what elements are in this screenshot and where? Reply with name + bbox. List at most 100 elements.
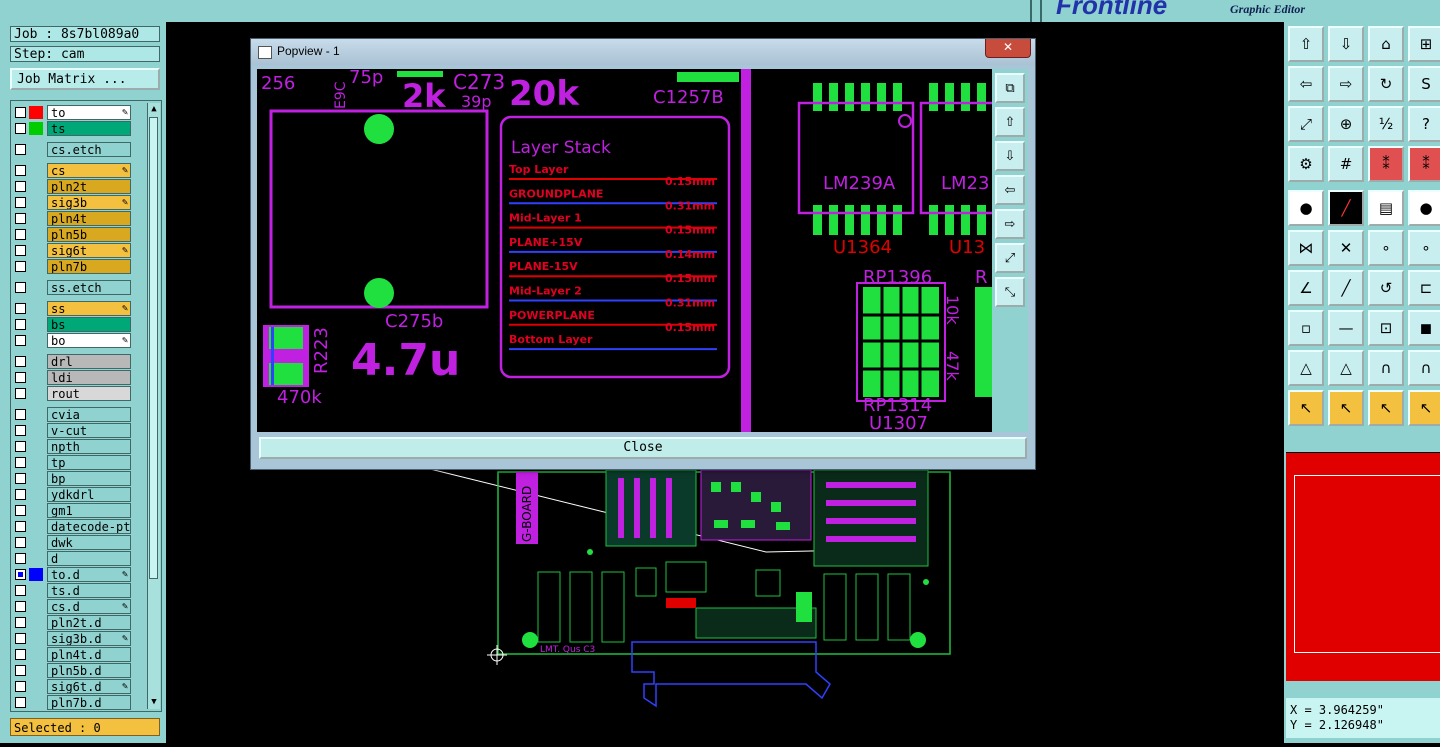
minus-icon[interactable]: —	[1328, 310, 1364, 346]
layer-row[interactable]: pln5b	[15, 227, 135, 242]
layer-checkbox[interactable]	[15, 356, 26, 367]
layer-name[interactable]: cvia	[47, 407, 131, 422]
layer-name[interactable]: ss ✎	[47, 301, 131, 316]
line-tool-icon[interactable]: ╱	[1328, 190, 1364, 226]
layer-checkbox[interactable]	[15, 537, 26, 548]
connect-icon[interactable]: ⋈	[1288, 230, 1324, 266]
layer-row[interactable]: pln7b.d	[15, 695, 135, 710]
layer-checkbox[interactable]	[15, 388, 26, 399]
layer-name[interactable]: bp	[47, 471, 131, 486]
layer-checkbox[interactable]	[15, 165, 26, 176]
layer-row[interactable]: rout	[15, 386, 135, 401]
layer-name[interactable]: d	[47, 551, 131, 566]
layer-checkbox[interactable]	[15, 372, 26, 383]
layer-name[interactable]: pln7b.d	[47, 695, 131, 710]
layer-checkbox[interactable]	[15, 697, 26, 708]
layer-row[interactable]: drl	[15, 354, 135, 369]
layer-row[interactable]: bs	[15, 317, 135, 332]
layer-name[interactable]: to ✎	[47, 105, 131, 120]
ruler-icon[interactable]: ▤	[1368, 190, 1404, 226]
shapes-icon[interactable]: ◼	[1408, 310, 1440, 346]
slash-icon[interactable]: ╱	[1328, 270, 1364, 306]
layer-name[interactable]: cs ✎	[47, 163, 131, 178]
layer-row[interactable]: d	[15, 551, 135, 566]
layer-name[interactable]: drl	[47, 354, 131, 369]
layer-name[interactable]: pln2t.d	[47, 615, 131, 630]
layer-row[interactable]: cs ✎	[15, 163, 135, 178]
select-pointer-icon[interactable]: ↖	[1288, 390, 1324, 426]
layer-checkbox[interactable]	[15, 123, 26, 134]
angle-icon[interactable]: ∠	[1288, 270, 1324, 306]
layer-list-scrollbar[interactable]: ▲ ▼	[147, 103, 160, 709]
layer-checkbox[interactable]	[15, 681, 26, 692]
layer-name[interactable]: npth	[47, 439, 131, 454]
layer-checkbox[interactable]	[15, 665, 26, 676]
cross-icon[interactable]: ✕	[1328, 230, 1364, 266]
layer-row[interactable]: pln2t	[15, 179, 135, 194]
select-box-icon[interactable]: ↖	[1328, 390, 1364, 426]
layer-name[interactable]: sig6t ✎	[47, 243, 131, 258]
popview-up-icon[interactable]: ⇧	[995, 107, 1025, 137]
scrollbar-thumb[interactable]	[149, 117, 158, 579]
layer-checkbox[interactable]	[15, 282, 26, 293]
arch-icon[interactable]: ∩	[1368, 350, 1404, 386]
popview-zoom-out-icon[interactable]: ⤡	[995, 277, 1025, 307]
layer-row[interactable]: ss ✎	[15, 301, 135, 316]
select-area-icon[interactable]: ↖	[1368, 390, 1404, 426]
zoom-1to2-icon[interactable]: ½	[1368, 106, 1404, 142]
s-curve-icon[interactable]: S	[1408, 66, 1440, 102]
layer-row[interactable]: ss.etch	[15, 280, 135, 295]
layer-name[interactable]: pln5b	[47, 227, 131, 242]
triangle-2-icon[interactable]: △	[1328, 350, 1364, 386]
job-matrix-button[interactable]: Job Matrix ...	[10, 68, 160, 90]
layer-row[interactable]: to ✎	[15, 105, 135, 120]
zoom-down-icon[interactable]: ⇩	[1328, 26, 1364, 62]
layer-row[interactable]: pln7b	[15, 259, 135, 274]
layer-color-swatch[interactable]	[29, 568, 43, 581]
layer-row[interactable]: bp	[15, 471, 135, 486]
layer-name[interactable]: pln4t.d	[47, 647, 131, 662]
layer-checkbox[interactable]	[15, 261, 26, 272]
layer-checkbox[interactable]	[15, 197, 26, 208]
layer-checkbox[interactable]	[15, 601, 26, 612]
snap-tool-icon[interactable]: ⚙	[1288, 146, 1324, 182]
layer-checkbox[interactable]	[15, 213, 26, 224]
layer-name[interactable]: pln7b	[47, 259, 131, 274]
pad-tool-icon[interactable]: ●	[1288, 190, 1324, 226]
layer-name[interactable]: bo ✎	[47, 333, 131, 348]
pan-left-icon[interactable]: ⇦	[1288, 66, 1324, 102]
arc-icon[interactable]: ↺	[1368, 270, 1404, 306]
layer-row[interactable]: v-cut	[15, 423, 135, 438]
layer-checkbox[interactable]	[15, 633, 26, 644]
zoom-fit-icon[interactable]: ⤢	[1288, 106, 1324, 142]
zoom-home-icon[interactable]: ⇧	[1288, 26, 1324, 62]
layer-row[interactable]: tp	[15, 455, 135, 470]
layer-name[interactable]: sig3b.d ✎	[47, 631, 131, 646]
popview-copy-icon[interactable]: ⧉	[995, 73, 1025, 103]
measure-icon[interactable]: ⊡	[1368, 310, 1404, 346]
layer-row[interactable]: dwk	[15, 535, 135, 550]
layer-row[interactable]: npth	[15, 439, 135, 454]
layer-name[interactable]: ldi	[47, 370, 131, 385]
window-close-button[interactable]: ✕	[985, 39, 1031, 58]
layer-row[interactable]: sig3b ✎	[15, 195, 135, 210]
popview-right-icon[interactable]: ⇨	[995, 209, 1025, 239]
arch-2-icon[interactable]: ∩	[1408, 350, 1440, 386]
layer-name[interactable]: tp	[47, 455, 131, 470]
overview-panel[interactable]	[1286, 452, 1440, 681]
popview-zoom-in-icon[interactable]: ⤢	[995, 243, 1025, 273]
layer-row[interactable]: gm1	[15, 503, 135, 518]
layer-row[interactable]: datecode-pte	[15, 519, 135, 534]
popview-canvas[interactable]: 256 75p 2k C273 39p 20k C1257B C275b R22…	[257, 69, 992, 432]
pan-right-icon[interactable]: ⇨	[1328, 66, 1364, 102]
layer-checkbox[interactable]	[15, 457, 26, 468]
layer-row[interactable]: cs.d ✎	[15, 599, 135, 614]
layer-name[interactable]: datecode-pte	[47, 519, 131, 534]
layer-checkbox[interactable]	[15, 245, 26, 256]
layer-name[interactable]: v-cut	[47, 423, 131, 438]
square-node-icon[interactable]: ▫	[1288, 310, 1324, 346]
layer-row[interactable]: ts	[15, 121, 135, 136]
net-red-2-icon[interactable]: ⁑	[1408, 146, 1440, 182]
layer-row[interactable]: to.d ✎	[15, 567, 135, 582]
layer-row[interactable]: pln4t	[15, 211, 135, 226]
